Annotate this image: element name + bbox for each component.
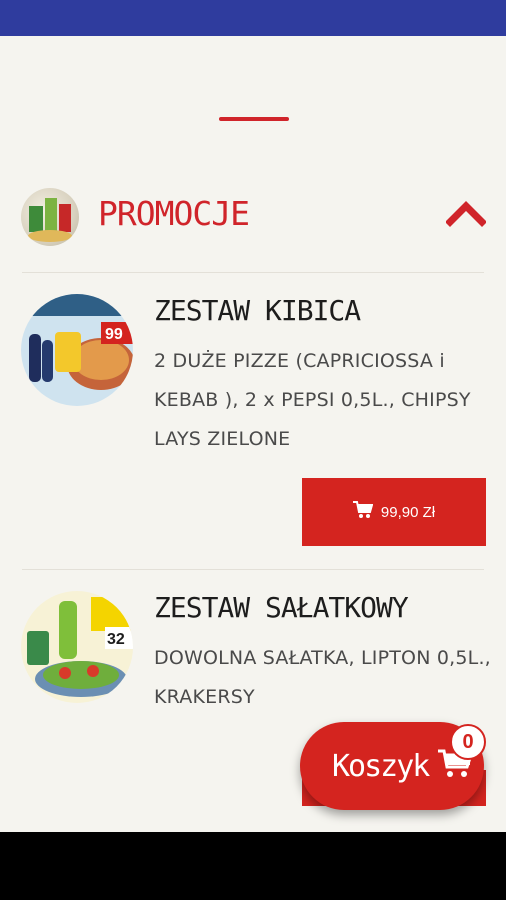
category-thumbnail: [21, 188, 79, 246]
product-description: 2 DUŻE PIZZE (CAPRICIOSSA i KEBAB ), 2 x…: [154, 350, 471, 450]
chevron-up-icon[interactable]: [445, 198, 487, 228]
product-image-badge: 99: [105, 326, 123, 343]
cart-icon: [352, 501, 374, 523]
divider: [22, 569, 484, 570]
price-label: 99,90 Zł: [380, 503, 436, 521]
accent-line: [219, 117, 289, 121]
product-image: 32: [21, 591, 133, 703]
category-header[interactable]: PROMOCJE: [0, 180, 506, 252]
product-image: 99: [21, 294, 133, 406]
divider: [22, 272, 484, 273]
category-title: PROMOCJE: [98, 194, 250, 233]
product-description: DOWOLNA SAŁATKA, LIPTON 0,5L., KRAKERSY: [154, 647, 491, 708]
cart-label: Koszyk: [332, 748, 430, 784]
product-name: ZESTAW KIBICA: [154, 294, 361, 327]
cart-count-badge: 0: [450, 724, 486, 760]
product-name: ZESTAW SAŁATKOWY: [154, 591, 409, 624]
navigation-bar: [0, 832, 506, 900]
product-image-badge: 32: [107, 631, 125, 648]
add-to-cart-button[interactable]: 99,90 Zł: [302, 478, 486, 546]
status-bar: [0, 0, 506, 36]
